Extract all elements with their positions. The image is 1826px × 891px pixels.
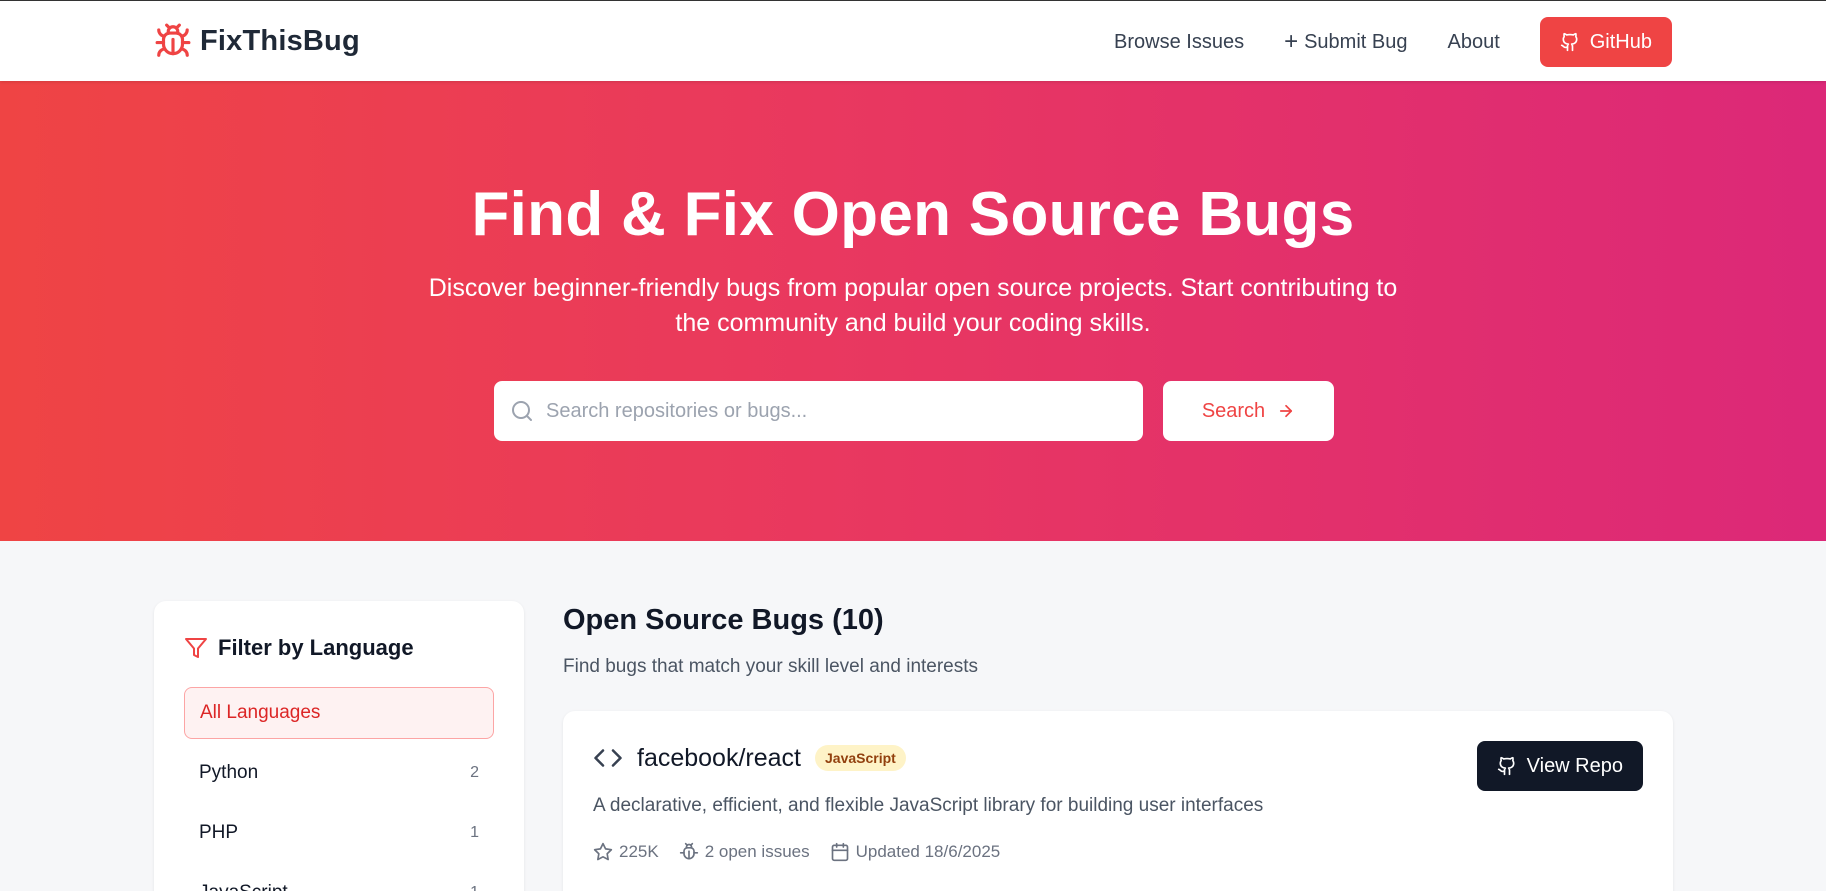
- nav-about-label: About: [1447, 30, 1500, 53]
- stars-count: 225K: [619, 842, 659, 861]
- updated-date: Updated 18/6/2025: [855, 842, 1001, 861]
- search-button-label: Search: [1201, 399, 1266, 422]
- plus-icon: +: [1284, 28, 1299, 55]
- language-filter-panel: Filter by Language All Languages Python …: [154, 601, 524, 891]
- bug-icon: [155, 23, 191, 57]
- bugs-subtitle: Find bugs that match your skill level an…: [563, 656, 979, 677]
- hero-title: Find & Fix Open Source Bugs: [471, 180, 1355, 249]
- navbar: FixThisBug Browse Issues + Submit Bug Ab…: [0, 0, 1826, 81]
- arrow-right-icon: [1280, 404, 1293, 418]
- code-icon: [594, 749, 622, 767]
- nav-links: Browse Issues + Submit Bug About GitHub: [1114, 17, 1672, 67]
- github-icon: [1560, 32, 1578, 52]
- view-repo-label: View Repo: [1526, 754, 1623, 777]
- bug-icon: [679, 842, 698, 860]
- filter-title: Filter by Language: [184, 635, 414, 661]
- filter-item-php[interactable]: PHP 1: [184, 807, 494, 859]
- brand[interactable]: FixThisBug: [154, 21, 360, 61]
- repo-description: A declarative, efficient, and flexible J…: [593, 795, 1264, 816]
- filter-icon: [185, 638, 207, 658]
- brand-name: FixThisBug: [200, 24, 360, 57]
- nav-browse-issues[interactable]: Browse Issues: [1114, 31, 1244, 54]
- nav-submit-label: Submit Bug: [1304, 30, 1408, 53]
- github-icon: [1497, 756, 1515, 776]
- github-label: GitHub: [1589, 30, 1652, 53]
- hero-section: Find & Fix Open Source Bugs Discover beg…: [0, 81, 1826, 541]
- filter-item-count: 2: [470, 764, 479, 781]
- nav-about[interactable]: About: [1447, 31, 1499, 54]
- nav-submit-bug[interactable]: + Submit Bug: [1284, 30, 1407, 54]
- view-repo-button[interactable]: View Repo: [1476, 741, 1643, 791]
- repo-card: facebook/react JavaScript View Repo A de…: [563, 711, 1673, 891]
- filter-item-javascript[interactable]: JavaScript 1: [184, 867, 494, 891]
- repo-name[interactable]: facebook/react: [637, 744, 801, 773]
- language-badge: JavaScript: [815, 745, 906, 771]
- issues-meta: 2 open issues: [679, 842, 810, 862]
- filter-item-label: PHP: [199, 822, 239, 843]
- bugs-title: Open Source Bugs (10): [563, 604, 884, 636]
- filter-item-all-languages[interactable]: All Languages: [184, 687, 494, 739]
- filter-item-label: Python: [199, 762, 259, 783]
- nav-browse-label: Browse Issues: [1114, 30, 1245, 53]
- github-button[interactable]: GitHub: [1539, 17, 1672, 67]
- filter-item-label: JavaScript: [199, 882, 288, 891]
- repo-header: facebook/react JavaScript: [593, 743, 906, 773]
- repo-meta: 225K 2 open issues Updated 18/6/2025: [593, 842, 1020, 862]
- search-box[interactable]: [494, 381, 1143, 441]
- hero-subtitle: Discover beginner-friendly bugs from pop…: [428, 274, 1398, 337]
- filter-item-label: All Languages: [200, 702, 321, 723]
- search-icon: [512, 401, 532, 421]
- search-input[interactable]: [546, 399, 1106, 423]
- updated-meta: Updated 18/6/2025: [830, 842, 1001, 862]
- calendar-icon: [831, 842, 848, 862]
- stars-meta: 225K: [593, 842, 659, 862]
- filter-item-count: 1: [470, 824, 479, 841]
- filter-title-label: Filter by Language: [218, 635, 414, 660]
- search-button[interactable]: Search: [1163, 381, 1334, 441]
- star-icon: [593, 842, 613, 861]
- filter-item-python[interactable]: Python 2: [184, 747, 494, 799]
- filter-item-count: 1: [470, 884, 479, 891]
- issues-count: 2 open issues: [704, 842, 810, 861]
